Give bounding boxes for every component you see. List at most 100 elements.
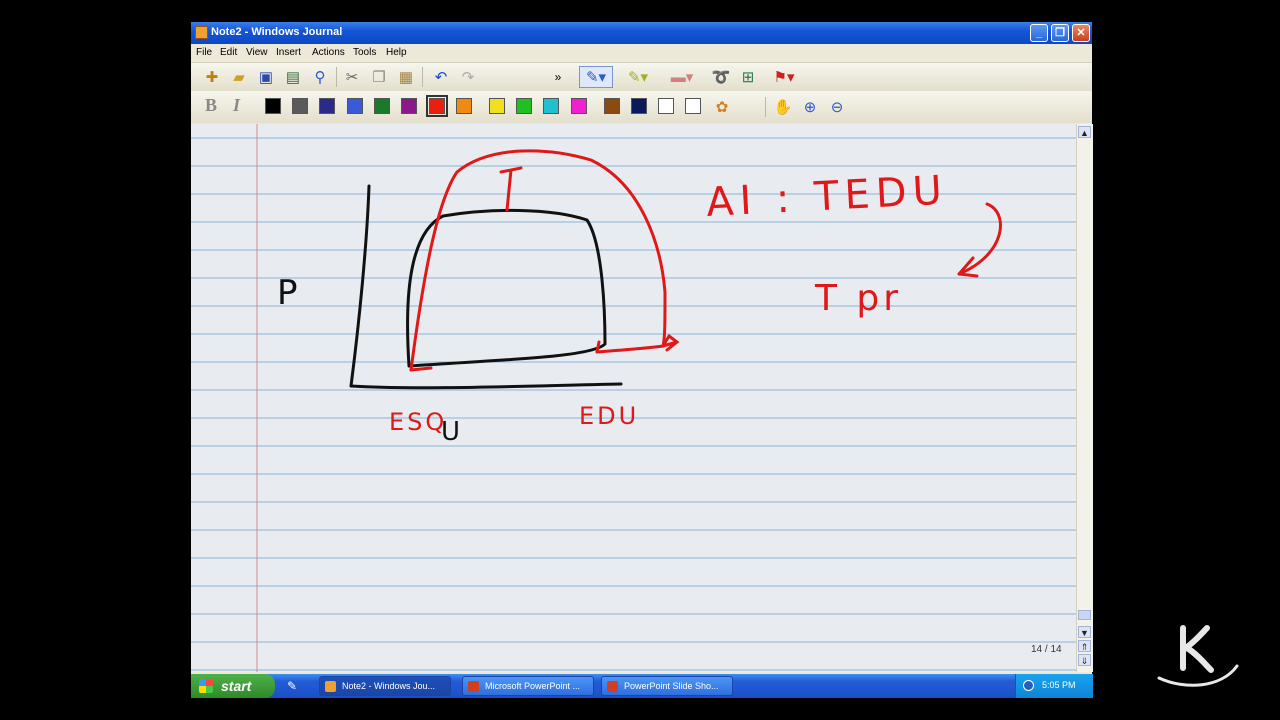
- color-swatch[interactable]: [347, 98, 363, 114]
- ink-heading: AI : TEDU: [705, 167, 949, 226]
- watermark-logo: [1157, 625, 1239, 687]
- windows-logo-icon: [199, 679, 213, 693]
- color-swatch[interactable]: [265, 98, 281, 114]
- menu-view[interactable]: View: [246, 47, 268, 58]
- title-bar[interactable]: Note2 - Windows Journal _ ❐ ✕: [191, 22, 1092, 44]
- journal-taskbar-icon: [325, 681, 336, 692]
- toolbar-separator: [765, 97, 766, 117]
- color-swatch[interactable]: [489, 98, 505, 114]
- network-tray-icon[interactable]: [1023, 680, 1034, 691]
- highlighter-icon[interactable]: ✎▾: [623, 66, 653, 88]
- redo-icon[interactable]: ↷: [457, 66, 479, 88]
- taskbar-item-label: PowerPoint Slide Sho...: [624, 681, 719, 691]
- scroll-up-icon[interactable]: ▲: [1078, 126, 1091, 138]
- zoom-out-icon[interactable]: ⊖: [826, 96, 848, 118]
- taskbar-item-powerpoint[interactable]: Microsoft PowerPoint ...: [462, 676, 594, 696]
- ink-x-tick-1: ESQ: [389, 408, 447, 436]
- menu-tools[interactable]: Tools: [353, 47, 376, 58]
- ink-label-p: P: [277, 273, 298, 313]
- pen-toolbar: B I ✿ ✋ ⊕ ⊖: [191, 91, 1092, 123]
- save-icon[interactable]: ▣: [255, 66, 277, 88]
- ink-note-line: T pr: [814, 278, 902, 319]
- taskbar: start ✎ Note2 - Windows Jou... Microsoft…: [191, 674, 1093, 698]
- menu-help[interactable]: Help: [386, 47, 407, 58]
- color-swatch[interactable]: [456, 98, 472, 114]
- menu-file[interactable]: File: [196, 47, 212, 58]
- slideshow-taskbar-icon: [607, 681, 618, 692]
- previous-page-icon[interactable]: ⇑: [1078, 640, 1091, 652]
- taskbar-item-label: Note2 - Windows Jou...: [342, 681, 436, 691]
- vertical-scrollbar[interactable]: ▲ ▼ ⇑ ⇓: [1076, 124, 1093, 672]
- journal-window: Note2 - Windows Journal _ ❐ ✕ File Edit …: [191, 22, 1093, 698]
- system-tray: 5:05 PM: [1015, 674, 1093, 698]
- flag-icon[interactable]: ⚑▾: [767, 66, 801, 88]
- zoom-in-icon[interactable]: ⊕: [799, 96, 821, 118]
- color-swatch[interactable]: [685, 98, 701, 114]
- ink-red-curved-arrow: [957, 202, 1002, 278]
- color-swatch[interactable]: [604, 98, 620, 114]
- copy-icon[interactable]: ❐: [368, 66, 390, 88]
- hand-pan-icon[interactable]: ✋: [772, 96, 794, 118]
- standard-toolbar: ✚ ▰ ▣ ▤ ⚲ ✂ ❐ ▦ ↶ ↷ » ✎▾ ✎▾ ▬▾ ➰ ⊞ ⚑▾: [191, 63, 1092, 91]
- menu-edit[interactable]: Edit: [220, 47, 237, 58]
- note-page[interactable]: P AI : TEDU T pr ESQ U EDU: [191, 124, 1076, 672]
- color-swatch[interactable]: [631, 98, 647, 114]
- new-note-icon[interactable]: ✚: [201, 66, 223, 88]
- taskbar-item-slideshow[interactable]: PowerPoint Slide Sho...: [601, 676, 733, 696]
- window-title: Note2 - Windows Journal: [211, 26, 343, 38]
- ink-x-tick-2: EDU: [579, 402, 639, 430]
- cut-icon[interactable]: ✂: [341, 66, 363, 88]
- menu-actions[interactable]: Actions: [312, 47, 345, 58]
- ink-red-right-mark: [595, 340, 601, 354]
- ink-layer: P AI : TEDU T pr ESQ U EDU: [277, 149, 1002, 447]
- journal-app-icon[interactable]: [195, 26, 208, 39]
- paste-icon[interactable]: ▦: [395, 66, 417, 88]
- color-swatch[interactable]: [543, 98, 559, 114]
- print-icon[interactable]: ▤: [282, 66, 304, 88]
- lasso-select-icon[interactable]: ➰: [710, 66, 732, 88]
- open-folder-icon[interactable]: ▰: [228, 66, 250, 88]
- minimize-button[interactable]: _: [1030, 24, 1048, 42]
- clock: 5:05 PM: [1042, 680, 1076, 690]
- color-swatch[interactable]: [401, 98, 417, 114]
- ink-red-start-tick: [409, 366, 433, 372]
- powerpoint-taskbar-icon: [468, 681, 479, 692]
- restore-button[interactable]: ❐: [1051, 24, 1069, 42]
- pen-tool-icon[interactable]: ✎▾: [579, 66, 613, 88]
- undo-icon[interactable]: ↶: [430, 66, 452, 88]
- menu-insert[interactable]: Insert: [276, 47, 301, 58]
- scroll-down-icon[interactable]: ▼: [1078, 626, 1091, 638]
- color-swatch[interactable]: [426, 95, 448, 117]
- color-swatch[interactable]: [319, 98, 335, 114]
- start-button[interactable]: start: [191, 674, 275, 698]
- taskbar-item-label: Microsoft PowerPoint ...: [485, 681, 581, 691]
- color-swatch[interactable]: [571, 98, 587, 114]
- quick-launch-journal-icon[interactable]: ✎: [287, 679, 301, 693]
- color-swatch[interactable]: [658, 98, 674, 114]
- toolbar-overflow-icon[interactable]: »: [547, 66, 569, 88]
- close-button[interactable]: ✕: [1072, 24, 1090, 42]
- ink-y-axis: [349, 184, 371, 388]
- toolbar-separator: [336, 67, 337, 87]
- scroll-thumb[interactable]: [1078, 610, 1091, 620]
- ink-x-axis: [349, 382, 623, 390]
- color-picker-icon[interactable]: ✿: [711, 96, 733, 118]
- page-indicator: 14 / 14: [1031, 644, 1062, 655]
- find-icon[interactable]: ⚲: [309, 66, 331, 88]
- color-swatch[interactable]: [374, 98, 390, 114]
- toolbar-separator: [422, 67, 423, 87]
- ink-red-up-arrow: [499, 166, 523, 212]
- taskbar-item-journal[interactable]: Note2 - Windows Jou...: [319, 676, 451, 696]
- color-swatch[interactable]: [516, 98, 532, 114]
- eraser-icon[interactable]: ▬▾: [667, 66, 697, 88]
- bold-button[interactable]: B: [205, 95, 217, 116]
- start-label: start: [221, 678, 252, 694]
- menu-bar: File Edit View Insert Actions Tools Help: [191, 44, 1092, 63]
- ink-x-tick-1-sub: U: [441, 417, 460, 447]
- italic-button[interactable]: I: [233, 95, 240, 116]
- next-page-icon[interactable]: ⇓: [1078, 654, 1091, 666]
- ink-red-curve: [409, 149, 667, 372]
- ink-black-curve: [406, 208, 607, 368]
- color-swatch[interactable]: [292, 98, 308, 114]
- insert-space-icon[interactable]: ⊞: [737, 66, 759, 88]
